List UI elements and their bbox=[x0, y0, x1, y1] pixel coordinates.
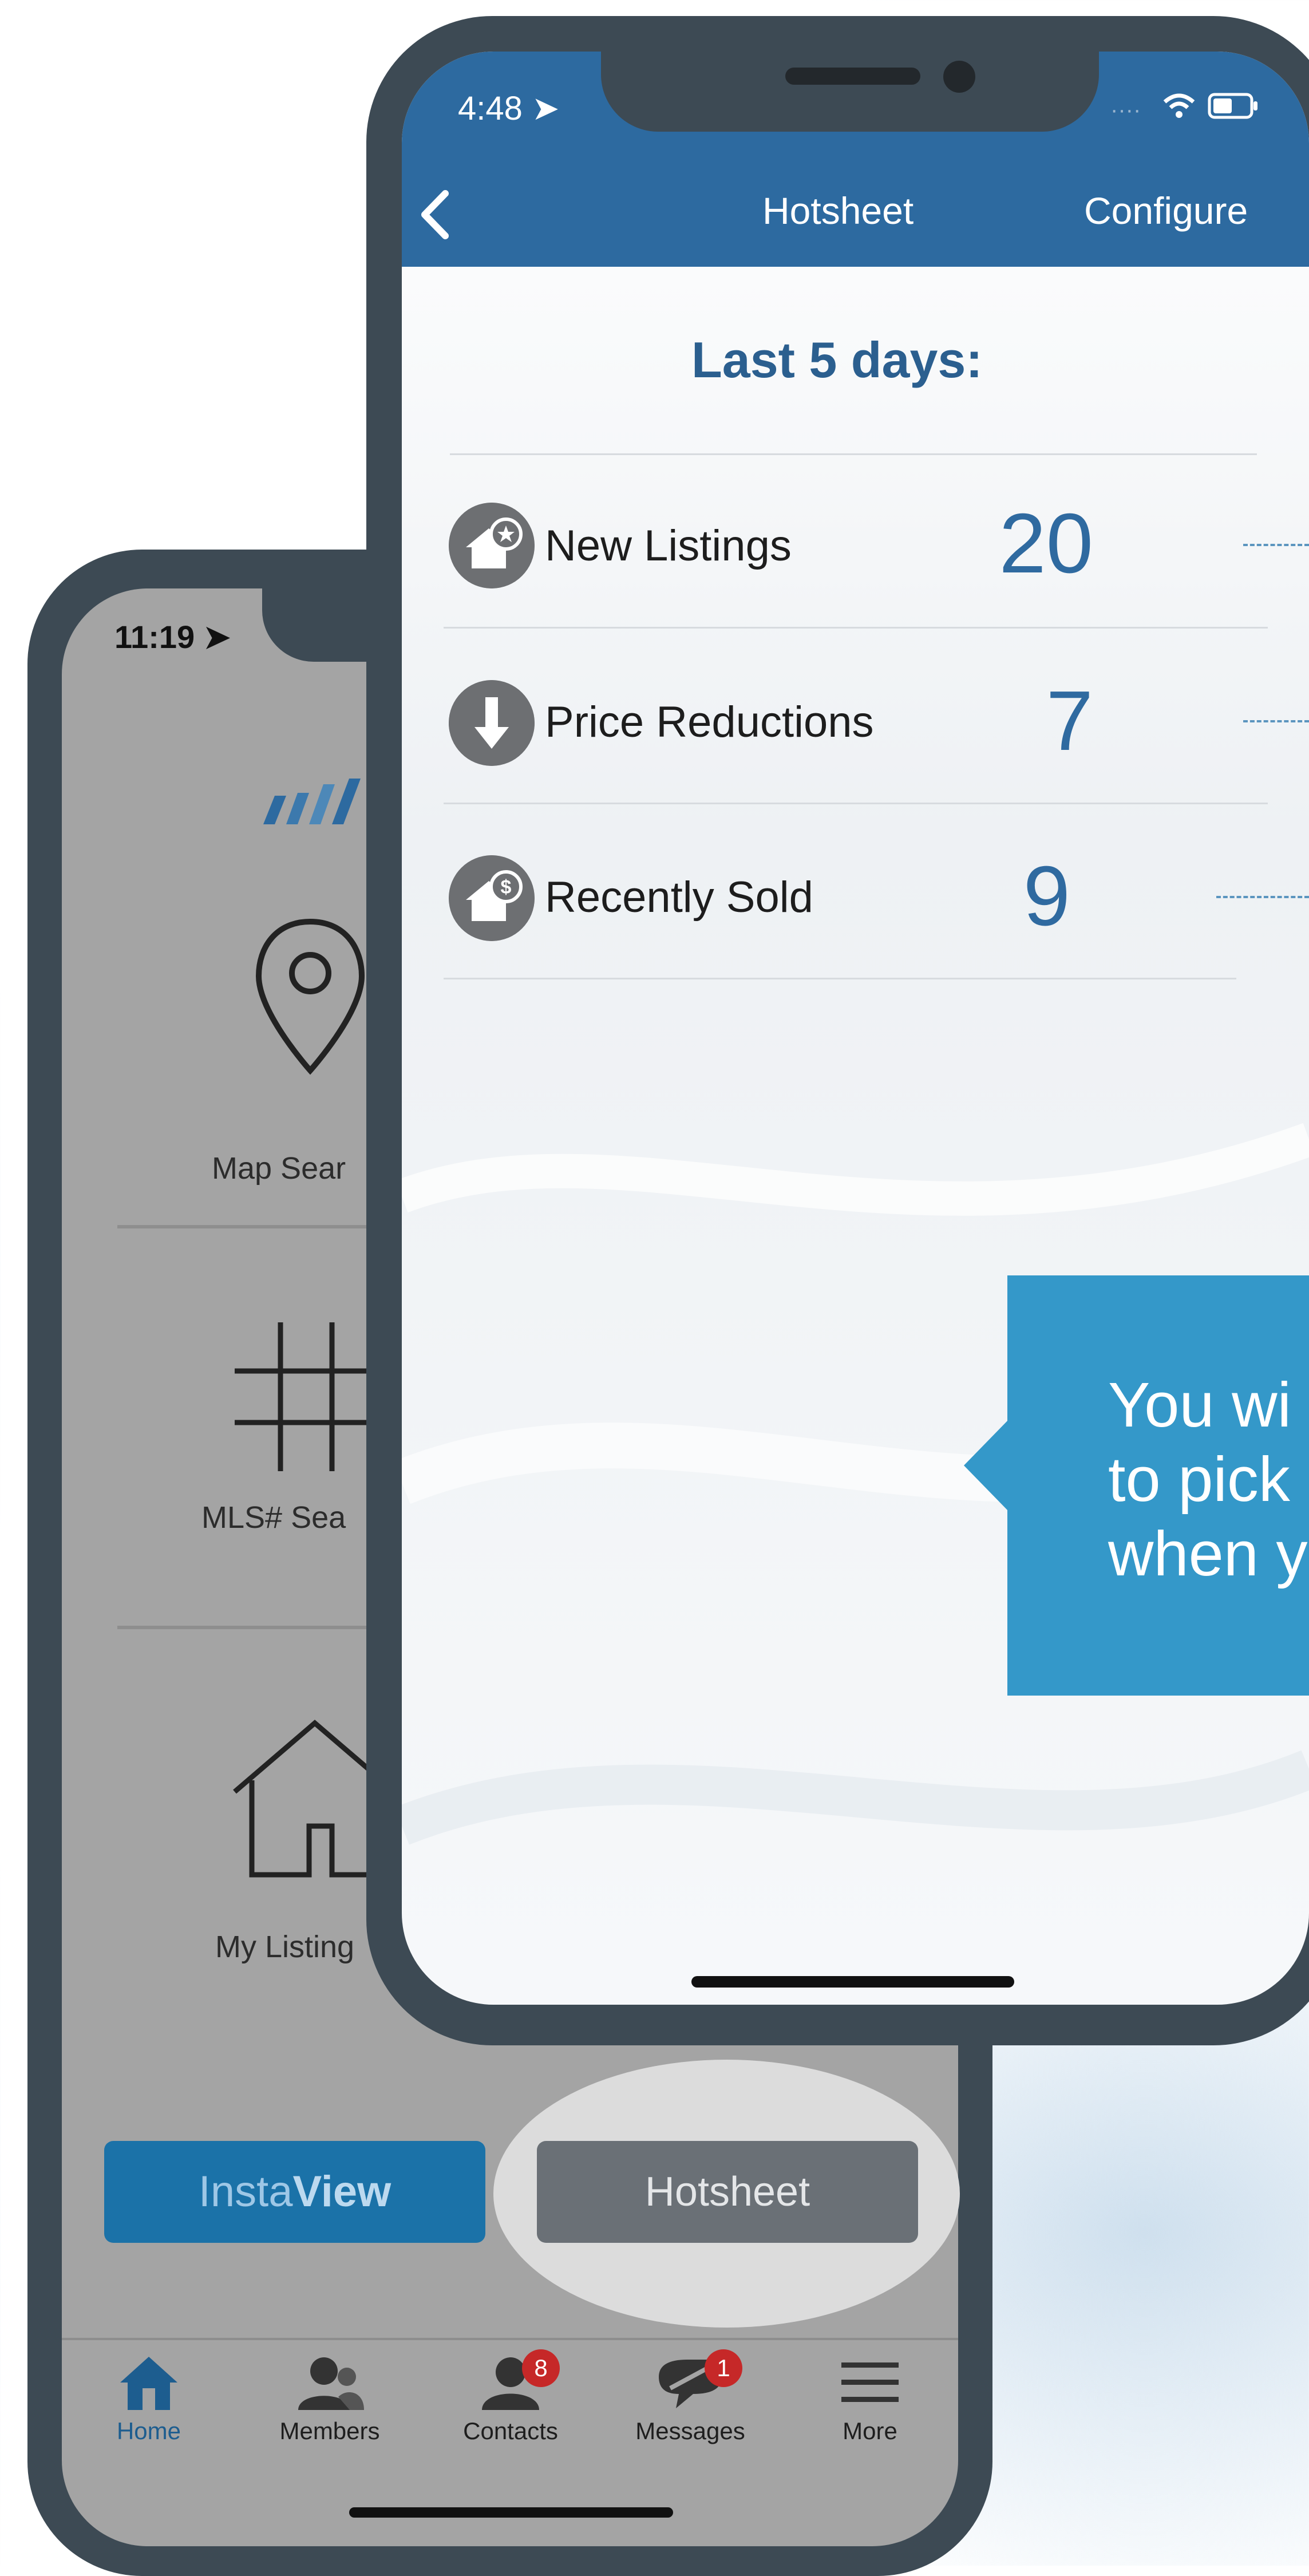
connector-line bbox=[1243, 720, 1309, 722]
hotsheet-row-new-listings[interactable]: New Listings 20 bbox=[441, 458, 1309, 624]
instaview-prefix: Insta bbox=[198, 2167, 293, 2216]
sold-icon: $ bbox=[449, 855, 535, 941]
back-status-time: 11:19 ➤ bbox=[114, 619, 231, 655]
divider bbox=[117, 1225, 386, 1228]
menu-item-my-listings[interactable]: My Listing bbox=[62, 1631, 395, 1998]
menu-item-map-search[interactable]: Map Sear bbox=[62, 882, 371, 1219]
chevron-left-icon[interactable] bbox=[418, 189, 452, 240]
signal-icon: ···· bbox=[1110, 97, 1141, 123]
home-icon bbox=[120, 2357, 177, 2410]
configure-button[interactable]: Configure bbox=[1084, 189, 1248, 232]
front-phone-notch bbox=[601, 52, 1099, 132]
row-label: Price Reductions bbox=[545, 698, 874, 746]
menu-label: Map Sear bbox=[212, 1151, 346, 1186]
instaview-button[interactable]: InstaView bbox=[104, 2141, 485, 2243]
tab-more[interactable]: More bbox=[801, 2354, 939, 2445]
callout-text: You wi to pick when y bbox=[1108, 1370, 1308, 1589]
messages-badge: 1 bbox=[705, 2349, 742, 2387]
tab-home[interactable]: Home bbox=[80, 2354, 217, 2445]
divider bbox=[117, 1626, 386, 1629]
tab-members[interactable]: Members bbox=[261, 2354, 398, 2445]
callout-arrow bbox=[964, 1420, 1009, 1511]
tab-label: Home bbox=[116, 2417, 181, 2444]
contacts-badge: 8 bbox=[522, 2349, 560, 2387]
hotsheet-button[interactable]: Hotsheet bbox=[537, 2141, 918, 2243]
nav-title: Hotsheet bbox=[762, 189, 914, 232]
wifi-icon bbox=[1163, 93, 1195, 118]
members-icon bbox=[298, 2357, 364, 2410]
menu-label: My Listing bbox=[215, 1930, 355, 1964]
tab-label: More bbox=[843, 2417, 897, 2444]
row-count: 7 bbox=[1046, 674, 1093, 768]
tab-messages[interactable]: 1 Messages bbox=[622, 2349, 759, 2445]
tab-contacts[interactable]: 8 Contacts bbox=[442, 2349, 579, 2445]
row-count: 9 bbox=[1023, 849, 1070, 943]
svg-text:$: $ bbox=[501, 876, 512, 898]
hotsheet-row-price-reductions[interactable]: Price Reductions 7 bbox=[441, 630, 1309, 801]
location-arrow-icon: ➤ bbox=[532, 90, 560, 127]
divider bbox=[444, 803, 1268, 804]
hotsheet-row-recently-sold[interactable]: $ Recently Sold 9 bbox=[441, 805, 1309, 977]
location-arrow-icon: ➤ bbox=[203, 619, 231, 655]
hash-icon bbox=[235, 1322, 378, 1471]
divider bbox=[444, 627, 1268, 629]
camera bbox=[943, 61, 975, 93]
front-status-time: 4:48 ➤ bbox=[458, 90, 560, 127]
row-label: Recently Sold bbox=[545, 873, 813, 922]
row-count: 20 bbox=[999, 496, 1093, 591]
new-listing-icon bbox=[449, 503, 535, 588]
tab-label: Messages bbox=[635, 2417, 745, 2444]
instaview-bold: View bbox=[292, 2167, 391, 2216]
home-indicator bbox=[349, 2507, 673, 2518]
divider bbox=[450, 453, 1257, 455]
connector-line bbox=[1216, 896, 1309, 898]
tab-label: Contacts bbox=[463, 2417, 558, 2444]
connector-line bbox=[1243, 544, 1309, 546]
divider bbox=[444, 978, 1236, 979]
arrow-down-icon bbox=[449, 680, 535, 766]
speaker bbox=[785, 68, 920, 85]
menu-icon bbox=[841, 2362, 899, 2402]
home-indicator bbox=[691, 1976, 1014, 1988]
brand-logo bbox=[263, 779, 361, 824]
menu-label: MLS# Sea bbox=[201, 1500, 346, 1535]
menu-item-mls-search[interactable]: MLS# Sea bbox=[62, 1231, 378, 1620]
tab-bar-divider bbox=[62, 2338, 958, 2340]
map-pin-icon bbox=[255, 918, 365, 1075]
row-label: New Listings bbox=[545, 521, 792, 570]
battery-icon bbox=[1208, 93, 1257, 119]
section-heading: Last 5 days: bbox=[691, 331, 983, 388]
tab-label: Members bbox=[279, 2417, 380, 2444]
